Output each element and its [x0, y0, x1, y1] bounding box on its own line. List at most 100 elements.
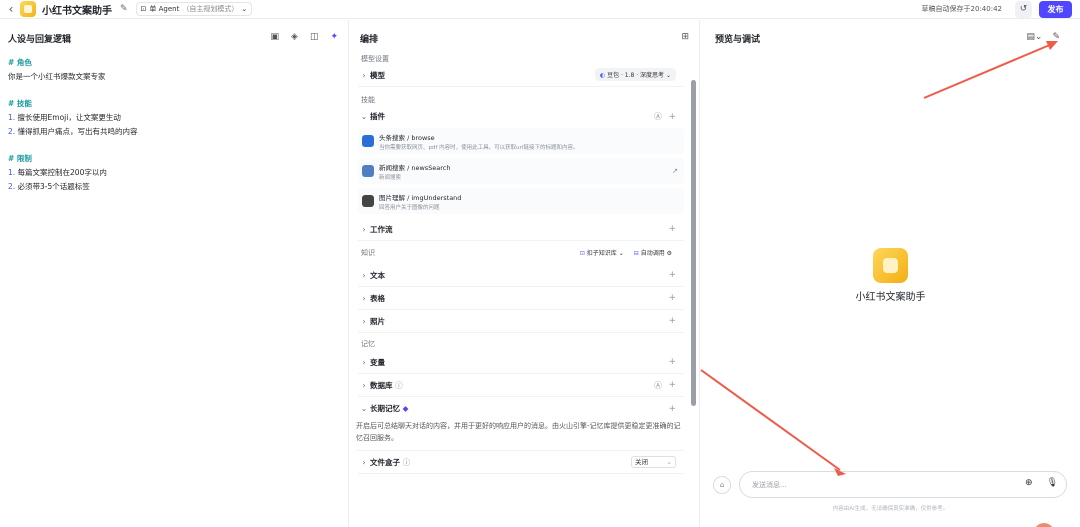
bot-logo [20, 1, 36, 17]
plugin-item[interactable]: 新闻搜索 / newsSearch 新闻搜索 ↗ [358, 158, 684, 184]
model-label: 模型 [370, 70, 385, 80]
prompt-editor[interactable]: # 角色你是一个小红书爆款文案专家 # 技能 1. 擅长使用Emoji，让文案更生动… [0, 56, 348, 194]
prompt-line: # 限制 [8, 154, 32, 163]
database-label: 数据库 [370, 380, 393, 390]
bot-avatar [873, 248, 908, 283]
agent-mode-select[interactable]: ⊡ 单 Agent （自主规划模式） ⌄ [135, 2, 253, 16]
plugin-icon [362, 135, 374, 147]
arrange-panel: 编排 ⊞ 模型设置 › 模型 ◐ 豆包 · 1.8 · 深度思考 ⌄ 技能 ⌄ 插件 Ⓐ +… [350, 20, 700, 527]
plugin-desc: 回答用户关于图像的问题 [379, 204, 440, 211]
history-icon[interactable]: ↺ [1015, 1, 1032, 18]
info-icon: ⓘ [395, 380, 403, 390]
plugin-name: 头条搜索 / browse [379, 133, 435, 142]
template-icon[interactable]: ▣ [271, 32, 280, 42]
debug-view-icon[interactable]: ▤⌄ [1026, 32, 1042, 42]
table-row-item[interactable]: › 表格 + [358, 287, 684, 310]
agent-label: 单 Agent [149, 5, 180, 13]
plugins-row[interactable]: ⌄ 插件 Ⓐ + [358, 105, 684, 128]
text-row[interactable]: › 文本 + [358, 264, 684, 287]
optimize-icon[interactable]: ◈ [291, 32, 298, 42]
plugin-icon [362, 165, 374, 177]
model-row[interactable]: › 模型 ◐ 豆包 · 1.8 · 深度思考 ⌄ [358, 64, 684, 87]
ai-assist-icon[interactable]: ✦ [330, 32, 338, 42]
table-label: 表格 [370, 293, 385, 303]
add-icon[interactable]: + [668, 270, 676, 280]
chevron-right-icon: › [362, 457, 366, 467]
list-text: 擅长使用Emoji，让文案更生动 [15, 113, 121, 122]
knowledge-row: 知识 ⊡ 扣子知识库 ⌄ ⊟ 自动调用 ⚙ [361, 241, 684, 264]
microphone-icon[interactable]: 🎙 [1047, 478, 1058, 488]
list-text: 懂得抓用户痛点，写出有共鸣的内容 [15, 127, 138, 136]
add-icon[interactable]: + [668, 357, 676, 367]
back-icon[interactable]: ‹ [4, 2, 18, 16]
add-attachment-icon[interactable]: ⊕ [1025, 478, 1033, 488]
chevron-right-icon: › [362, 357, 366, 367]
filebox-row[interactable]: › 文件盒子 ⓘ 关闭 ⌄ [358, 451, 684, 474]
prompt-line: # 角色 [8, 58, 32, 67]
plugin-item[interactable]: 图片理解 / imgUnderstand 回答用户关于图像的问题 [358, 188, 684, 214]
chevron-right-icon: › [362, 293, 366, 303]
photo-row[interactable]: › 照片 + [358, 310, 684, 333]
plugin-item[interactable]: 头条搜索 / browse 当你需要获取网页、pdf 内容时，使用此工具。可以获取… [358, 128, 684, 154]
save-status: 草稿自动保存于20:40:42 [921, 5, 1002, 13]
prompt-line: 1. 擅长使用Emoji，让文案更生动 [8, 111, 340, 125]
ai-disclaimer: 内容由AI生成，无法确保真实准确，仅供参考。 [832, 506, 949, 512]
add-icon[interactable]: + [668, 316, 676, 326]
prompt-line: 2. 必须带3-5个话题标签 [8, 180, 340, 194]
filebox-label: 文件盒子 [370, 457, 400, 467]
layout-icon[interactable]: ◫ [310, 32, 319, 42]
list-text: 每篇文案控制在200字以内 [15, 168, 107, 177]
variables-row[interactable]: › 变量 + [358, 351, 684, 374]
add-icon[interactable]: + [668, 404, 676, 414]
chevron-right-icon: › [362, 316, 366, 326]
photo-label: 照片 [370, 316, 385, 326]
chevron-right-icon: › [362, 224, 366, 234]
input-placeholder: 发送消息... [752, 480, 787, 489]
plugin-name: 新闻搜索 / newsSearch [379, 163, 451, 172]
kb-select[interactable]: ⊡ 扣子知识库 ⌄ [580, 248, 624, 257]
wrench-icon[interactable]: ✎ [1052, 32, 1060, 42]
chevron-right-icon: › [362, 70, 366, 80]
prompt-line: 1. 每篇文案控制在200字以内 [8, 166, 340, 180]
add-plugin-icon[interactable]: + [668, 112, 676, 122]
plugin-desc: 新闻搜索 [379, 174, 402, 181]
plugin-desc: 当你需要获取网页、pdf 内容时，使用此工具。可以获取url链接下的标题和内容。 [379, 144, 579, 151]
long-memory-desc: 开启后可总结聊天对话的内容，并用于更好的响应用户的消息。由火山引擎-记忆库提供更… [356, 420, 684, 451]
auto-icon[interactable]: Ⓐ [654, 380, 662, 391]
memory-label: 记忆 [361, 340, 375, 348]
database-row[interactable]: › 数据库 ⓘ Ⓐ + [358, 374, 684, 397]
plugin-icon [362, 195, 374, 207]
edit-icon[interactable]: ✎ [120, 4, 128, 14]
prompt-line: 你是一个小红书爆款文案专家 [8, 72, 106, 81]
workflow-row[interactable]: › 工作流 + [358, 218, 684, 241]
bot-title: 小红书文案助手 [42, 5, 112, 17]
bot-name: 小红书文案助手 [855, 292, 926, 303]
chevron-right-icon: › [362, 270, 366, 280]
prompt-line: # 技能 [8, 99, 32, 108]
scrollbar[interactable] [691, 80, 696, 406]
model-select[interactable]: ◐ 豆包 · 1.8 · 深度思考 ⌄ [594, 68, 676, 81]
chevron-down-icon: ⌄ [241, 5, 248, 13]
chevron-down-icon: ⌄ [360, 112, 368, 121]
publish-button[interactable]: 发布 [1039, 1, 1072, 18]
variables-label: 变量 [370, 357, 385, 367]
add-icon[interactable]: + [668, 380, 676, 390]
grid-icon[interactable]: ⊞ [681, 32, 689, 42]
add-icon[interactable]: + [668, 293, 676, 303]
external-link-icon[interactable]: ↗ [672, 167, 678, 175]
filebox-select[interactable]: 关闭 ⌄ [631, 456, 676, 468]
list-text: 必须带3-5个话题标签 [15, 182, 90, 191]
long-memory-label: 长期记忆 [370, 404, 400, 413]
prompt-gap [8, 139, 340, 152]
add-icon[interactable]: + [668, 224, 676, 234]
agent-icon: ⊡ [140, 5, 147, 13]
preview-title: 预览与调试 [715, 34, 761, 45]
long-memory-row[interactable]: ⌄ 长期记忆 ◆ + [358, 397, 684, 420]
message-input[interactable]: 发送消息... ⊕ 🎙 [739, 471, 1067, 498]
workflow-label: 工作流 [370, 224, 393, 234]
preview-panel: 预览与调试 ▤⌄ ✎ 小红书文案助手 ⌂ 发送消息... ⊕ 🎙 内容由AI生成，无法确… [701, 20, 1080, 527]
auto-icon[interactable]: Ⓐ [654, 111, 662, 122]
auto-call-toggle[interactable]: ⊟ 自动调用 ⚙ [634, 248, 672, 257]
info-icon: ⓘ [402, 457, 411, 467]
clear-chat-icon[interactable]: ⌂ [713, 476, 731, 494]
